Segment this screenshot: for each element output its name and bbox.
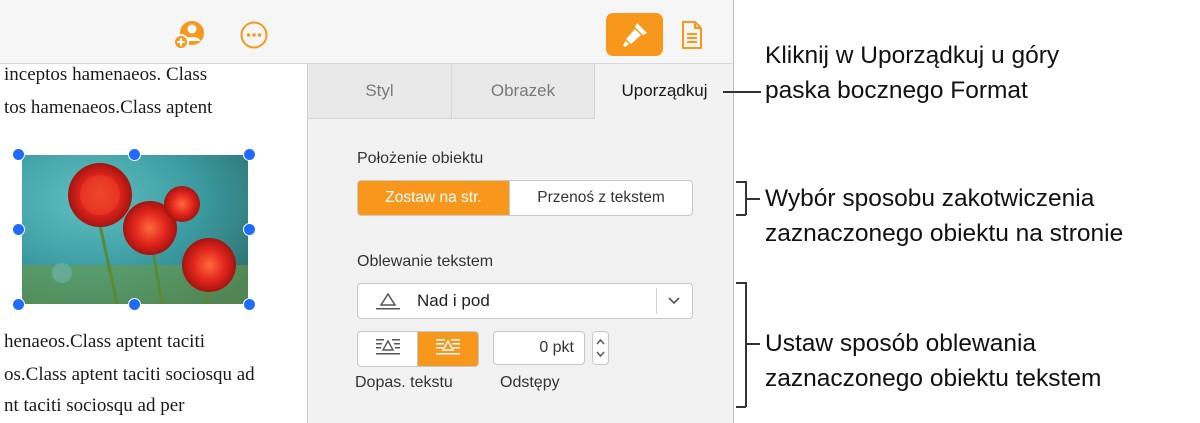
selection-handle[interactable] bbox=[12, 148, 25, 161]
text-wrap-popup[interactable]: Nad i pod bbox=[357, 283, 693, 319]
callout-bracket bbox=[736, 282, 746, 284]
body-text-line: tos hamenaeos.Class aptent bbox=[4, 97, 213, 118]
selection-handle[interactable] bbox=[243, 298, 256, 311]
selected-image[interactable] bbox=[22, 155, 248, 304]
add-collaborator-icon[interactable] bbox=[170, 18, 208, 52]
text-wrap-heading: Oblewanie tekstem bbox=[357, 253, 494, 270]
sidebar-tabs: Styl Obrazek Uporządkuj bbox=[308, 64, 733, 119]
selection-handle[interactable] bbox=[243, 148, 256, 161]
spacing-stepper[interactable] bbox=[592, 331, 609, 365]
stepper-arrows-icon bbox=[596, 338, 605, 358]
spacing-field[interactable]: 0 pkt bbox=[493, 331, 585, 365]
document-canvas[interactable]: inceptos hamenaeos. Class tos hamenaeos.… bbox=[0, 64, 306, 423]
flower-photo-icon bbox=[22, 155, 248, 304]
move-with-text-button[interactable]: Przenoś z tekstem bbox=[510, 181, 692, 215]
tab-styl[interactable]: Styl bbox=[308, 64, 452, 119]
chevron-down-icon bbox=[666, 293, 682, 314]
document-icon[interactable] bbox=[676, 17, 708, 53]
stay-on-page-button[interactable]: Zostaw na str. bbox=[358, 181, 510, 215]
callout-leader-line bbox=[723, 91, 761, 93]
tab-obrazek[interactable]: Obrazek bbox=[452, 64, 595, 119]
callout-line: Kliknij w Uporządkuj u góry bbox=[765, 42, 1060, 69]
callout-bracket bbox=[745, 282, 747, 407]
format-sidebar: Styl Obrazek Uporządkuj Położenie obiekt… bbox=[307, 64, 733, 423]
body-text-line: inceptos hamenaeos. Class bbox=[4, 64, 208, 85]
callout-text: Kliknij w Uporządkuj u góry paska boczne… bbox=[765, 38, 1059, 108]
callout-bracket bbox=[736, 214, 746, 216]
selection-handle[interactable] bbox=[12, 298, 25, 311]
text-fit-control bbox=[357, 331, 479, 367]
callout-bracket bbox=[746, 343, 760, 345]
callout-bracket bbox=[736, 406, 746, 408]
callout-line: Ustaw sposób oblewania bbox=[765, 330, 1037, 357]
text-fit-tight-icon bbox=[434, 337, 462, 362]
text-fit-tight-button[interactable] bbox=[418, 332, 478, 366]
body-text-line: nt taciti sociosqu ad per bbox=[4, 395, 185, 416]
body-text-line: os.Class aptent taciti sociosqu ad bbox=[4, 364, 255, 385]
text-wrap-value: Nad i pod bbox=[417, 291, 490, 310]
object-placement-heading: Położenie obiektu bbox=[357, 150, 484, 167]
callout-text: Wybór sposobu zakotwiczenia zaznaczonego… bbox=[765, 181, 1123, 251]
selection-handle[interactable] bbox=[243, 223, 256, 236]
callout-text: Ustaw sposób oblewania zaznaczonego obie… bbox=[765, 326, 1101, 396]
callout-bracket bbox=[746, 198, 760, 200]
callout-bracket bbox=[736, 181, 746, 183]
toolbar bbox=[0, 0, 733, 64]
callout-line: zaznaczonego obiektu tekstem bbox=[765, 365, 1102, 392]
body-text-line: henaeos.Class aptent taciti bbox=[4, 331, 206, 352]
callout-line: paska bocznego Format bbox=[765, 77, 1028, 104]
above-below-wrap-icon bbox=[375, 291, 401, 316]
pages-window: inceptos hamenaeos. Class tos hamenaeos.… bbox=[0, 0, 734, 423]
format-brush-icon[interactable] bbox=[606, 13, 663, 56]
popup-divider bbox=[656, 288, 657, 314]
selection-handle[interactable] bbox=[128, 148, 141, 161]
callout-line: Wybór sposobu zakotwiczenia bbox=[765, 185, 1095, 212]
object-placement-control: Zostaw na str. Przenoś z tekstem bbox=[357, 180, 693, 216]
text-fit-around-icon bbox=[374, 337, 402, 362]
spacing-label: Odstępy bbox=[500, 374, 560, 391]
text-fit-around-button[interactable] bbox=[358, 332, 418, 366]
selection-handle[interactable] bbox=[12, 223, 25, 236]
tab-uporzadkuj[interactable]: Uporządkuj bbox=[595, 64, 733, 118]
text-fit-label: Dopas. tekstu bbox=[355, 374, 453, 391]
selection-handle[interactable] bbox=[128, 298, 141, 311]
more-icon[interactable] bbox=[238, 19, 270, 51]
callout-line: zaznaczonego obiektu na stronie bbox=[765, 220, 1124, 247]
